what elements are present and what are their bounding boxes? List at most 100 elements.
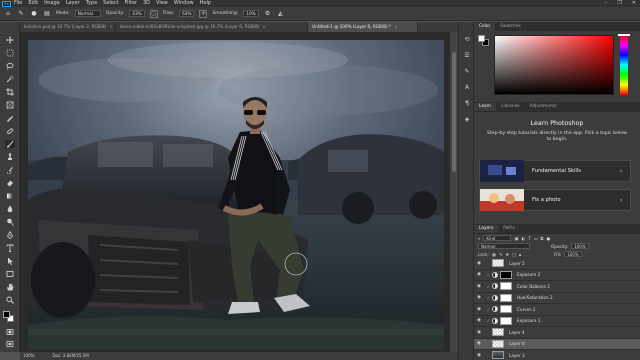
document-canvas[interactable] — [28, 40, 444, 350]
document-tab[interactable]: leclalien.psd @ 16.7% (Layer 2, RGB/8) × — [20, 22, 116, 32]
visibility-eye-icon[interactable]: ◉ — [474, 272, 484, 277]
color-panel-foreground-swatch[interactable] — [478, 35, 485, 42]
visibility-eye-icon[interactable]: ◉ — [474, 341, 484, 346]
blur-tool-icon[interactable] — [5, 205, 15, 213]
foreground-color-swatch[interactable] — [3, 311, 10, 318]
filter-shape-icon[interactable]: ▭ — [534, 236, 538, 241]
home-icon[interactable]: ⌂ — [4, 10, 12, 18]
eraser-tool-icon[interactable] — [5, 179, 15, 187]
filter-smart-object-icon[interactable]: ⧉ — [541, 236, 544, 241]
hand-tool-icon[interactable] — [5, 283, 15, 291]
move-tool-icon[interactable] — [5, 36, 15, 44]
brush-tool-icon[interactable] — [5, 140, 15, 148]
canvas-area[interactable] — [20, 32, 450, 352]
marquee-tool-icon[interactable] — [5, 49, 15, 57]
frame-tool-icon[interactable] — [5, 101, 15, 109]
menu-edit[interactable]: Edit — [28, 0, 38, 7]
menu-type[interactable]: Type — [86, 0, 97, 7]
filter-kind-select[interactable]: Kind — [483, 235, 512, 241]
smoothing-settings-icon[interactable]: ⚙ — [264, 10, 272, 18]
crop-tool-icon[interactable] — [5, 88, 15, 96]
healing-brush-tool-icon[interactable] — [5, 127, 15, 135]
close-tab-icon[interactable]: × — [109, 24, 113, 29]
tab-layers[interactable]: Layers — [474, 225, 499, 233]
menu-3d[interactable]: 3D — [143, 0, 150, 7]
hue-slider[interactable] — [620, 35, 628, 95]
quick-mask-icon[interactable] — [5, 328, 15, 336]
lock-pixels-icon[interactable]: ✎ — [499, 252, 503, 257]
minimize-button[interactable]: – — [605, 0, 608, 7]
close-tab-icon[interactable]: × — [394, 24, 398, 29]
visibility-eye-icon[interactable]: ◉ — [474, 295, 484, 300]
canvas-scrollbar[interactable] — [450, 32, 458, 352]
lock-position-icon[interactable]: ✥ — [505, 252, 509, 257]
rectangle-tool-icon[interactable] — [5, 270, 15, 278]
menu-file[interactable]: File — [14, 0, 22, 7]
tab-color[interactable]: Color — [474, 23, 496, 31]
document-tab-active[interactable]: Untitled-1 @ 100% (Layer 6, RGB/8) * × — [308, 22, 418, 32]
filter-pixel-icon[interactable]: ▣ — [514, 236, 518, 241]
brush-settings-icon[interactable]: ▤ — [43, 10, 51, 18]
screen-mode-icon[interactable] — [5, 340, 15, 348]
brush-settings-panel-icon[interactable]: ✎ — [463, 68, 471, 76]
visibility-eye-icon[interactable]: ◉ — [474, 307, 484, 312]
close-window-button[interactable]: ✕ — [632, 0, 636, 7]
layer-row[interactable]: ◉ Layer 3 — [474, 350, 640, 360]
filter-toggle-icon[interactable]: ● — [547, 236, 551, 241]
zoom-level[interactable]: 100% — [23, 352, 34, 360]
visibility-eye-icon[interactable]: ◉ — [474, 330, 484, 335]
zoom-tool-icon[interactable] — [5, 296, 15, 304]
layer-row[interactable]: ◉ ↲ Curves 2 — [474, 304, 640, 316]
menu-image[interactable]: Image — [44, 0, 60, 7]
lock-all-icon[interactable]: 🔒︎ — [519, 252, 521, 257]
path-selection-tool-icon[interactable] — [5, 257, 15, 265]
clone-stamp-tool-icon[interactable] — [5, 153, 15, 161]
menu-select[interactable]: Select — [103, 0, 118, 7]
menu-layer[interactable]: Layer — [66, 0, 80, 7]
learn-card-fix-a-photo[interactable]: Fix a photo › — [479, 189, 631, 211]
brush-preset-icon[interactable]: ● — [30, 10, 38, 18]
menu-view[interactable]: View — [156, 0, 168, 7]
pen-tool-icon[interactable] — [5, 231, 15, 239]
gradient-tool-icon[interactable] — [5, 192, 15, 200]
dodge-tool-icon[interactable] — [5, 218, 15, 226]
history-brush-tool-icon[interactable] — [5, 166, 15, 174]
type-tool-icon[interactable] — [5, 244, 15, 252]
learn-card-fundamental-skills[interactable]: Fundamental Skills › — [479, 160, 631, 182]
paragraph-panel-icon[interactable]: ¶ — [463, 100, 471, 108]
close-tab-icon[interactable]: × — [262, 24, 266, 29]
pressure-opacity-icon[interactable]: ◌ — [149, 9, 158, 18]
visibility-eye-icon[interactable]: ◉ — [474, 353, 484, 358]
symmetry-icon[interactable]: ◭ — [277, 10, 285, 18]
flow-input[interactable]: 63% — [179, 10, 195, 17]
lock-artboard-icon[interactable]: ▢ — [512, 252, 516, 257]
color-picker-field[interactable] — [494, 35, 614, 95]
lasso-tool-icon[interactable] — [5, 62, 15, 70]
hue-slider-marker[interactable] — [618, 34, 630, 36]
menu-help[interactable]: Help — [200, 0, 211, 7]
layer-row[interactable]: ◉ Layer 4 — [474, 327, 640, 339]
layer-opacity-input[interactable]: 100% — [571, 243, 589, 249]
history-panel-icon[interactable]: ⟲ — [463, 36, 471, 44]
layer-row[interactable]: ◉ Layer 5 — [474, 258, 640, 270]
maximize-button[interactable]: ❐ — [617, 0, 621, 7]
layer-row[interactable]: ◉ ↲ Exposure 2 — [474, 270, 640, 281]
visibility-eye-icon[interactable]: ◉ — [474, 284, 484, 289]
properties-panel-icon[interactable]: ☰ — [463, 52, 471, 60]
eyedropper-tool-icon[interactable] — [5, 114, 15, 122]
tab-libraries[interactable]: Libraries — [496, 103, 525, 111]
character-panel-icon[interactable]: A — [463, 84, 471, 92]
glyphs-panel-icon[interactable]: ◈ — [463, 116, 471, 124]
layer-row-selected[interactable]: ◉ Layer 6 — [474, 338, 640, 350]
visibility-eye-icon[interactable]: ◉ — [474, 318, 484, 323]
visibility-eye-icon[interactable]: ◉ — [474, 261, 484, 266]
layer-row[interactable]: ◉ ↲ Hue/Saturation 2 — [474, 293, 640, 304]
document-tab[interactable]: kevin-noble-kd92x8ORUiw-unsplash.jpg @ 1… — [116, 22, 308, 32]
smoothing-input[interactable]: 10% — [243, 10, 259, 17]
filter-adjustment-icon[interactable]: ◐ — [521, 236, 525, 241]
tab-swatches[interactable]: Swatches — [495, 23, 526, 31]
tab-paths[interactable]: Paths — [498, 225, 520, 233]
menu-window[interactable]: Window — [174, 0, 194, 7]
filter-type-icon[interactable]: T — [528, 236, 531, 241]
brush-tool-icon[interactable]: ✎ — [17, 10, 25, 18]
